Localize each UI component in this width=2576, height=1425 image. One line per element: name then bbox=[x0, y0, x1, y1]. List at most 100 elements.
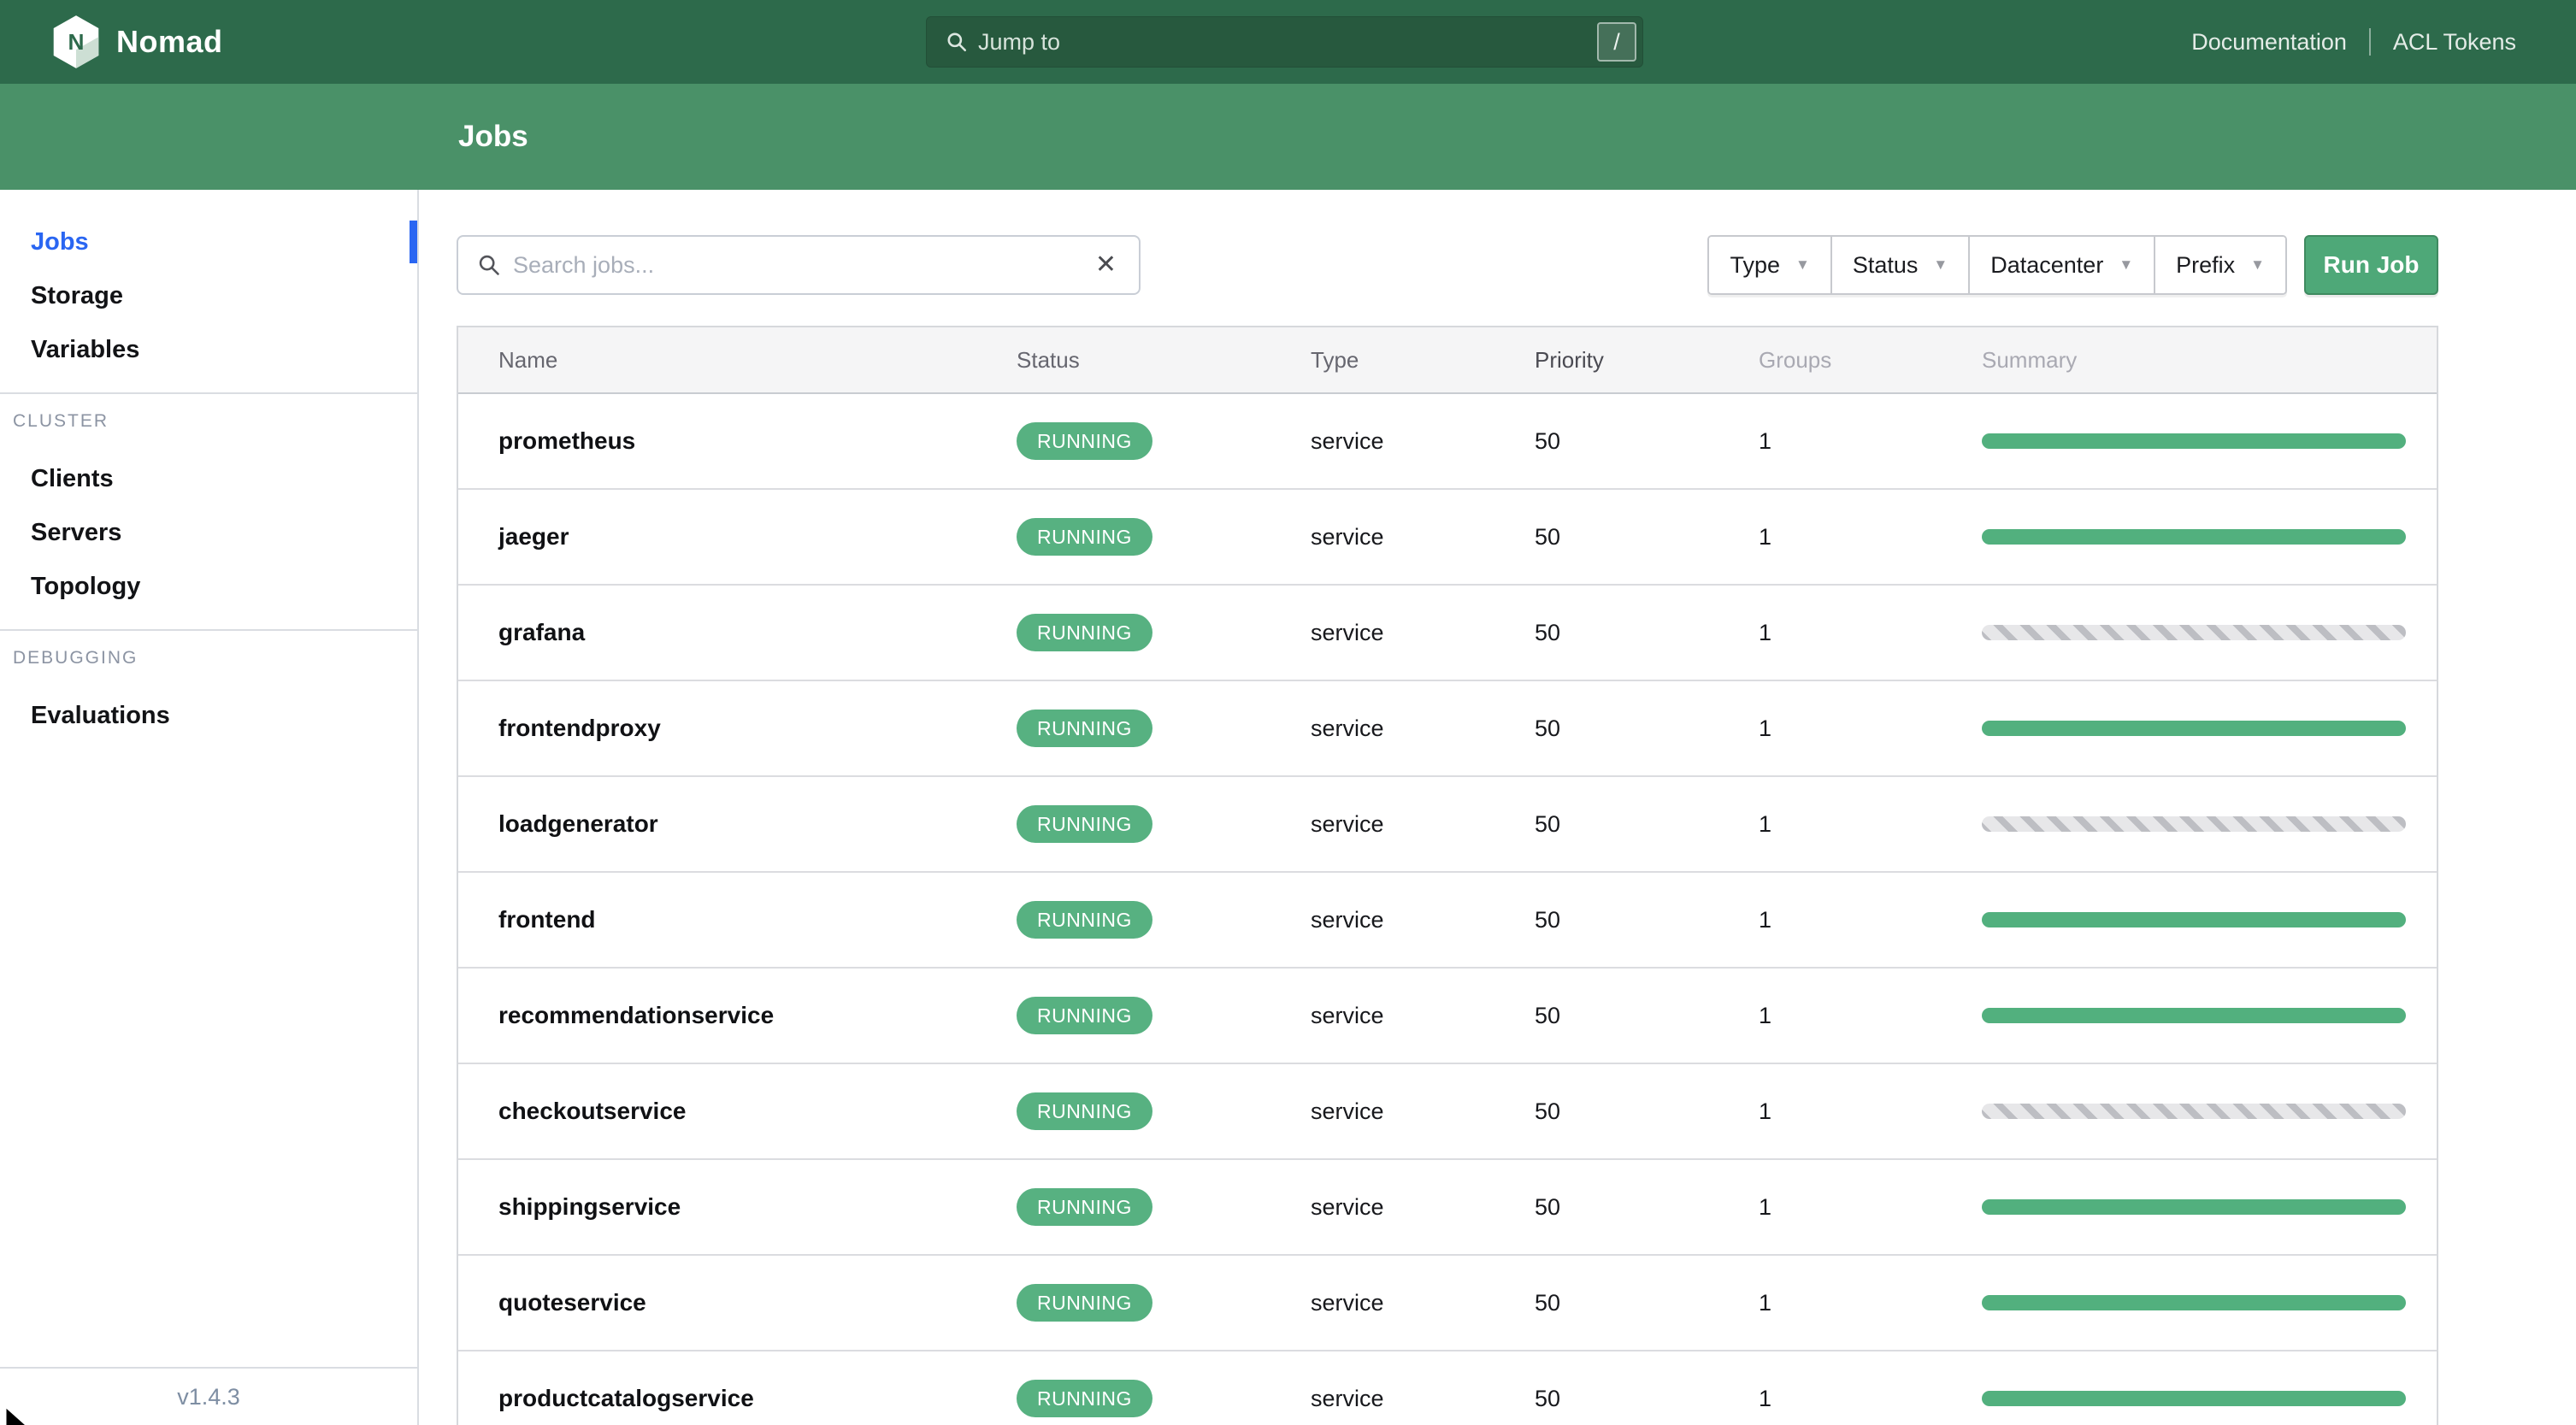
sidebar-nav: Jobs Storage Variables CLUSTER Clients Server… bbox=[0, 190, 417, 743]
nomad-cube-icon: N bbox=[53, 15, 99, 68]
link-separator bbox=[2368, 28, 2371, 56]
job-name: jaeger bbox=[498, 523, 569, 550]
filter-label: Type bbox=[1730, 251, 1781, 278]
job-name: frontendproxy bbox=[498, 715, 661, 741]
sidebar-item-evaluations[interactable]: Evaluations bbox=[0, 689, 417, 743]
status-badge: RUNNING bbox=[1017, 1092, 1152, 1130]
summary-bar bbox=[1982, 1391, 2406, 1406]
job-groups: 1 bbox=[1759, 619, 1772, 645]
summary-bar bbox=[1982, 1295, 2406, 1310]
job-summary-cell bbox=[1982, 1295, 2435, 1310]
top-links: Documentation ACL Tokens bbox=[2191, 28, 2516, 56]
page-title: Jobs bbox=[458, 120, 528, 153]
table-row-checkoutservice[interactable]: checkoutservice RUNNING service 50 1 bbox=[458, 1064, 2437, 1160]
filter-label: Datacenter bbox=[1990, 251, 2104, 278]
acl-tokens-link[interactable]: ACL Tokens bbox=[2393, 29, 2516, 56]
chevron-down-icon: ▼ bbox=[1795, 256, 1810, 273]
svg-text:N: N bbox=[68, 29, 85, 55]
job-summary-cell bbox=[1982, 816, 2435, 832]
summary-bar bbox=[1982, 816, 2406, 832]
table-row-grafana[interactable]: grafana RUNNING service 50 1 bbox=[458, 586, 2437, 681]
sidebar-item-storage[interactable]: Storage bbox=[0, 269, 417, 323]
nomad-logo[interactable]: N Nomad bbox=[51, 15, 223, 69]
sidebar-item-variables[interactable]: Variables bbox=[0, 323, 417, 377]
table-row-recommendationservice[interactable]: recommendationservice RUNNING service 50 1 bbox=[458, 969, 2437, 1064]
table-body: prometheus RUNNING service 50 1 jaeger RUNNING… bbox=[458, 394, 2437, 1425]
slash-shortcut-key: / bbox=[1597, 22, 1636, 62]
jump-to-search[interactable]: Jump to / bbox=[926, 16, 1643, 68]
mouse-cursor bbox=[6, 1408, 25, 1425]
search-jobs-input[interactable] bbox=[513, 251, 1092, 279]
column-header-type[interactable]: Type bbox=[1311, 347, 1535, 374]
job-status-cell: RUNNING bbox=[1017, 614, 1311, 651]
version-label: v1.4.3 bbox=[177, 1383, 240, 1410]
job-name: quoteservice bbox=[498, 1289, 646, 1316]
job-summary-cell bbox=[1982, 1199, 2435, 1215]
table-row-jaeger[interactable]: jaeger RUNNING service 50 1 bbox=[458, 490, 2437, 586]
table-row-productcatalogservice[interactable]: productcatalogservice RUNNING service 50 1 bbox=[458, 1351, 2437, 1425]
job-priority: 50 bbox=[1535, 619, 1561, 645]
filter-dropdown-datacenter[interactable]: Datacenter ▼ bbox=[1968, 237, 2155, 293]
job-groups: 1 bbox=[1759, 715, 1772, 741]
job-status-cell: RUNNING bbox=[1017, 710, 1311, 747]
filter-dropdown-prefix[interactable]: Prefix ▼ bbox=[2154, 237, 2285, 293]
job-summary-cell bbox=[1982, 529, 2435, 545]
column-header-priority[interactable]: Priority bbox=[1535, 347, 1759, 374]
controls-row: ✕ Type ▼ Status ▼ Datacenter ▼ Prefix ▼ Run Job bbox=[457, 235, 2438, 295]
job-groups: 1 bbox=[1759, 1193, 1772, 1220]
sidebar-item-topology[interactable]: Topology bbox=[0, 560, 417, 614]
job-status-cell: RUNNING bbox=[1017, 997, 1311, 1034]
sidebar: Jobs Storage Variables CLUSTER Clients Server… bbox=[0, 190, 419, 1425]
status-badge: RUNNING bbox=[1017, 805, 1152, 843]
filter-label: Status bbox=[1852, 251, 1919, 278]
summary-bar bbox=[1982, 1199, 2406, 1215]
jump-to-placeholder: Jump to bbox=[978, 28, 1061, 55]
sidebar-divider bbox=[0, 392, 417, 394]
job-name: grafana bbox=[498, 619, 586, 645]
job-name: shippingservice bbox=[498, 1193, 681, 1220]
summary-bar bbox=[1982, 625, 2406, 640]
documentation-link[interactable]: Documentation bbox=[2191, 29, 2347, 56]
filter-dropdown-status[interactable]: Status ▼ bbox=[1830, 237, 1969, 293]
summary-bar bbox=[1982, 912, 2406, 927]
job-type: service bbox=[1311, 1385, 1384, 1411]
job-summary-cell bbox=[1982, 1104, 2435, 1119]
run-job-button[interactable]: Run Job bbox=[2304, 235, 2438, 295]
job-summary-cell bbox=[1982, 721, 2435, 736]
table-row-frontend[interactable]: frontend RUNNING service 50 1 bbox=[458, 873, 2437, 969]
summary-bar bbox=[1982, 721, 2406, 736]
version-footer: v1.4.3 bbox=[0, 1367, 417, 1425]
status-badge: RUNNING bbox=[1017, 614, 1152, 651]
jobs-search-box[interactable]: ✕ bbox=[457, 235, 1141, 295]
search-icon bbox=[947, 32, 967, 52]
sidebar-item-jobs[interactable]: Jobs bbox=[0, 215, 417, 269]
table-row-frontendproxy[interactable]: frontendproxy RUNNING service 50 1 bbox=[458, 681, 2437, 777]
job-name: prometheus bbox=[498, 427, 636, 454]
status-badge: RUNNING bbox=[1017, 1380, 1152, 1417]
sidebar-item-clients[interactable]: Clients bbox=[0, 452, 417, 506]
sidebar-item-servers[interactable]: Servers bbox=[0, 506, 417, 560]
column-header-name[interactable]: Name bbox=[458, 347, 1017, 374]
job-groups: 1 bbox=[1759, 427, 1772, 454]
job-priority: 50 bbox=[1535, 1193, 1561, 1220]
job-type: service bbox=[1311, 906, 1384, 933]
table-row-loadgenerator[interactable]: loadgenerator RUNNING service 50 1 bbox=[458, 777, 2437, 873]
table-row-quoteservice[interactable]: quoteservice RUNNING service 50 1 bbox=[458, 1256, 2437, 1351]
brand-name: Nomad bbox=[116, 24, 223, 59]
main-content: ✕ Type ▼ Status ▼ Datacenter ▼ Prefix ▼ Run Job… bbox=[419, 190, 2576, 1425]
summary-bar bbox=[1982, 1104, 2406, 1119]
status-badge: RUNNING bbox=[1017, 997, 1152, 1034]
job-status-cell: RUNNING bbox=[1017, 1284, 1311, 1322]
job-summary-cell bbox=[1982, 912, 2435, 927]
job-groups: 1 bbox=[1759, 1002, 1772, 1028]
table-row-prometheus[interactable]: prometheus RUNNING service 50 1 bbox=[458, 394, 2437, 490]
clear-search-icon[interactable]: ✕ bbox=[1092, 249, 1120, 281]
job-name: frontend bbox=[498, 906, 596, 933]
job-priority: 50 bbox=[1535, 810, 1561, 837]
column-header-status[interactable]: Status bbox=[1017, 347, 1311, 374]
job-groups: 1 bbox=[1759, 1098, 1772, 1124]
job-summary-cell bbox=[1982, 1008, 2435, 1023]
table-row-shippingservice[interactable]: shippingservice RUNNING service 50 1 bbox=[458, 1160, 2437, 1256]
job-type: service bbox=[1311, 619, 1384, 645]
filter-dropdown-type[interactable]: Type ▼ bbox=[1709, 237, 1830, 293]
